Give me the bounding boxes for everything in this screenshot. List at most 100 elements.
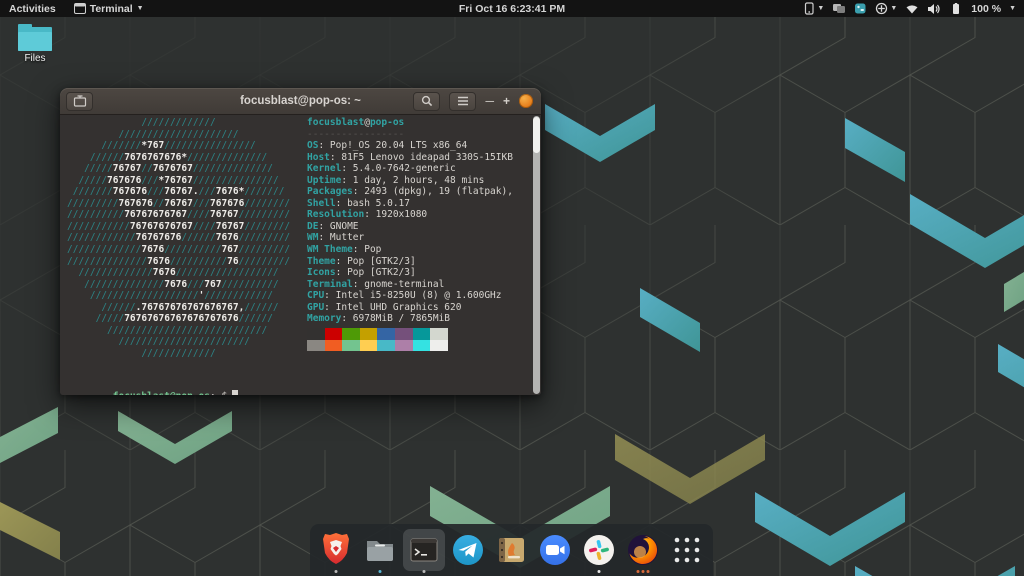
scrollbar[interactable] [533, 116, 540, 394]
palette-swatch [413, 340, 431, 352]
palette-row [307, 340, 448, 352]
dock-item-files[interactable] [359, 526, 401, 574]
neofetch-info-line: GPU: Intel UHD Graphics 620 [307, 302, 513, 314]
shell-prompt[interactable]: focusblast@pop-os:~$ [67, 378, 238, 390]
terminal-window: focusblast@pop-os: ~ ─ + ///////////// /… [60, 88, 541, 395]
search-button[interactable] [413, 92, 440, 111]
ascii-art-line: ///////////////////// [67, 129, 290, 141]
palette-swatch [377, 340, 395, 352]
dock-item-zoom[interactable] [534, 526, 576, 574]
terminal-window-icon [74, 3, 86, 14]
app-menu[interactable]: Terminal ▼ [74, 3, 144, 15]
firefox-icon [626, 533, 660, 567]
neofetch-info-line: Host: 81F5 Lenovo ideapad 330S-15IKB [307, 152, 513, 164]
dock-item-terminal[interactable] [403, 526, 445, 574]
palette-swatch [413, 328, 431, 340]
new-tab-button[interactable] [66, 92, 93, 111]
search-icon [421, 95, 433, 107]
chevron-down-icon: ▼ [137, 5, 144, 12]
neofetch-info: focusblast@pop-os ----------------- OS: … [307, 117, 513, 325]
dock-item-telegram[interactable] [447, 526, 489, 574]
ascii-art-line: /////76767//7676767////////////// [67, 163, 290, 175]
top-bar: Activities Terminal ▼ Fri Oct 16 6:23:41… [0, 0, 1024, 17]
desktop-icon-label: Files [13, 53, 57, 64]
chat-indicator-icon[interactable] [832, 2, 846, 15]
terminal-icon [407, 533, 441, 567]
system-tray[interactable]: ▼ ▼ 100 % ▼ [803, 0, 1020, 17]
dock-item-notebook[interactable] [490, 526, 532, 574]
dock-item-brave[interactable] [315, 526, 357, 574]
palette-swatch [342, 328, 360, 340]
dock-item-app-grid[interactable] [666, 526, 708, 574]
tablet-indicator-icon[interactable]: ▼ [803, 2, 824, 15]
menu-button[interactable] [449, 92, 476, 111]
close-button[interactable] [519, 94, 533, 108]
ascii-art-line: //////////////7676///767////////// [67, 279, 290, 291]
dock [310, 524, 713, 576]
ascii-art-line: ///////////76767676767////76767//////// [67, 221, 290, 233]
telegram-icon [451, 533, 485, 567]
ascii-art-line: ///////////////////'//////////// [67, 290, 290, 302]
ascii-art-line: /////767676///*76767/////////////// [67, 175, 290, 187]
desktop: Activities Terminal ▼ Fri Oct 16 6:23:41… [0, 0, 1024, 576]
activities-button[interactable]: Activities [9, 3, 56, 15]
files-icon [363, 533, 397, 567]
ascii-art-line: /////////////7676//////////767///////// [67, 244, 290, 256]
chevron-down-icon[interactable]: ▼ [1009, 5, 1016, 12]
battery-percentage: 100 % [971, 3, 1001, 15]
palette-swatch [325, 328, 343, 340]
neofetch-info-line: Uptime: 1 day, 2 hours, 48 mins [307, 175, 513, 187]
app-menu-label: Terminal [90, 3, 133, 15]
minimize-button[interactable]: ─ [485, 95, 494, 107]
palette-swatch [342, 340, 360, 352]
neofetch-info-line: WM: Mutter [307, 232, 513, 244]
palette-swatch [360, 328, 378, 340]
ascii-art-line: ///////767676///76767.///7676*/////// [67, 186, 290, 198]
window-title: focusblast@pop-os: ~ [240, 95, 361, 107]
maximize-button[interactable]: + [503, 95, 510, 107]
ascii-art-line: //////////76767676767////76767///////// [67, 209, 290, 221]
volume-icon[interactable] [927, 3, 941, 15]
neofetch-info-line: Theme: Pop [GTK2/3] [307, 256, 513, 268]
dock-item-slack[interactable] [578, 526, 620, 574]
ascii-art-line: //////.76767676767676767,////// [67, 302, 290, 314]
ascii-art-line: /////////////////////// [67, 336, 290, 348]
clock[interactable]: Fri Oct 16 6:23:41 PM [459, 0, 565, 17]
dock-item-firefox[interactable] [622, 526, 664, 574]
palette-swatch [430, 328, 448, 340]
hamburger-icon [457, 96, 469, 106]
updates-indicator-icon[interactable]: ▼ [875, 2, 897, 15]
zoom-icon [538, 533, 572, 567]
folder-icon [18, 24, 52, 51]
battery-icon[interactable] [949, 3, 963, 15]
palette-swatch [307, 328, 325, 340]
neofetch-header: focusblast@pop-os [307, 117, 513, 129]
terminal-content[interactable]: ///////////// ///////////////////// ////… [60, 115, 541, 395]
neofetch-info-line: WM Theme: Pop [307, 244, 513, 256]
neofetch-info-line: Terminal: gnome-terminal [307, 279, 513, 291]
scrollbar-thumb[interactable] [533, 117, 540, 153]
ascii-art-line: ///////////// [67, 348, 290, 360]
terminal-color-palette [307, 328, 448, 351]
neofetch-info-line: Shell: bash 5.0.17 [307, 198, 513, 210]
palette-row [307, 328, 448, 340]
palette-swatch [325, 340, 343, 352]
wifi-icon[interactable] [905, 3, 919, 15]
desktop-files-shortcut[interactable]: Files [13, 24, 57, 64]
teal-app-indicator-icon[interactable] [854, 2, 867, 15]
text-cursor [232, 390, 238, 395]
ascii-art-line: /////////////7676////////////////// [67, 267, 290, 279]
ascii-art-line: ////////////76767676//////7676///////// [67, 232, 290, 244]
palette-swatch [377, 328, 395, 340]
chevron-down-icon: ▼ [890, 5, 897, 12]
palette-swatch [395, 328, 413, 340]
neofetch-separator: ----------------- [307, 129, 513, 141]
window-titlebar[interactable]: focusblast@pop-os: ~ ─ + [60, 88, 541, 115]
app-grid-icon [672, 535, 702, 565]
palette-swatch [307, 340, 325, 352]
ascii-art-line: /////////767676//76767///767676//////// [67, 198, 290, 210]
neofetch-ascii-logo: ///////////// ///////////////////// ////… [67, 117, 290, 359]
ascii-art-line: /////76767676767676767676////// [67, 313, 290, 325]
ascii-art-line: //////////////7676//////////76///////// [67, 256, 290, 268]
ascii-art-line: //////7676767676*////////////// [67, 152, 290, 164]
